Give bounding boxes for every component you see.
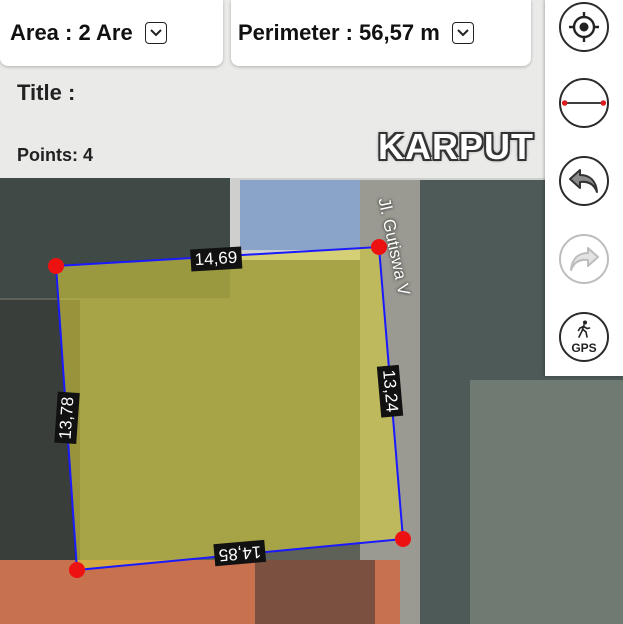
undo-button[interactable]	[559, 156, 609, 206]
perimeter-label: Perimeter : 56,57 m	[238, 20, 440, 45]
tool-sidebar: GPS	[545, 0, 623, 376]
gps-label: GPS	[571, 341, 597, 355]
vertex-marker[interactable]	[395, 531, 411, 547]
redo-icon	[570, 247, 599, 271]
area-unit-dropdown[interactable]	[144, 22, 167, 44]
undo-icon	[569, 169, 598, 193]
plot-polygon[interactable]	[54, 245, 405, 572]
ruler-line-icon	[561, 100, 607, 106]
gps-button[interactable]: GPS	[559, 312, 609, 362]
crosshair-icon	[569, 12, 599, 42]
perimeter-card[interactable]: Perimeter : 56,57 m	[231, 0, 531, 66]
walking-person-icon	[577, 320, 591, 338]
redo-button[interactable]	[559, 234, 609, 284]
edge-length-label: 13,78	[54, 392, 80, 444]
locate-button[interactable]	[559, 2, 609, 52]
vertex-marker[interactable]	[48, 258, 64, 274]
line-measure-button[interactable]	[559, 78, 609, 128]
chevron-down-icon	[149, 29, 162, 37]
edge-length-label: 14,85	[213, 539, 267, 567]
brand-watermark: KARPUT	[378, 126, 534, 167]
plot-title-label[interactable]: Title :	[17, 80, 75, 106]
vertex-marker[interactable]	[69, 562, 85, 578]
area-card[interactable]: Area : 2 Are	[0, 0, 223, 66]
edge-length-label: 14,69	[190, 246, 242, 272]
perimeter-unit-dropdown[interactable]	[451, 22, 474, 44]
edge-length-label: 13,24	[376, 364, 404, 418]
points-count-label: Points: 4	[17, 145, 94, 165]
chevron-down-icon	[457, 29, 469, 37]
area-label: Area : 2 Are	[10, 20, 133, 45]
